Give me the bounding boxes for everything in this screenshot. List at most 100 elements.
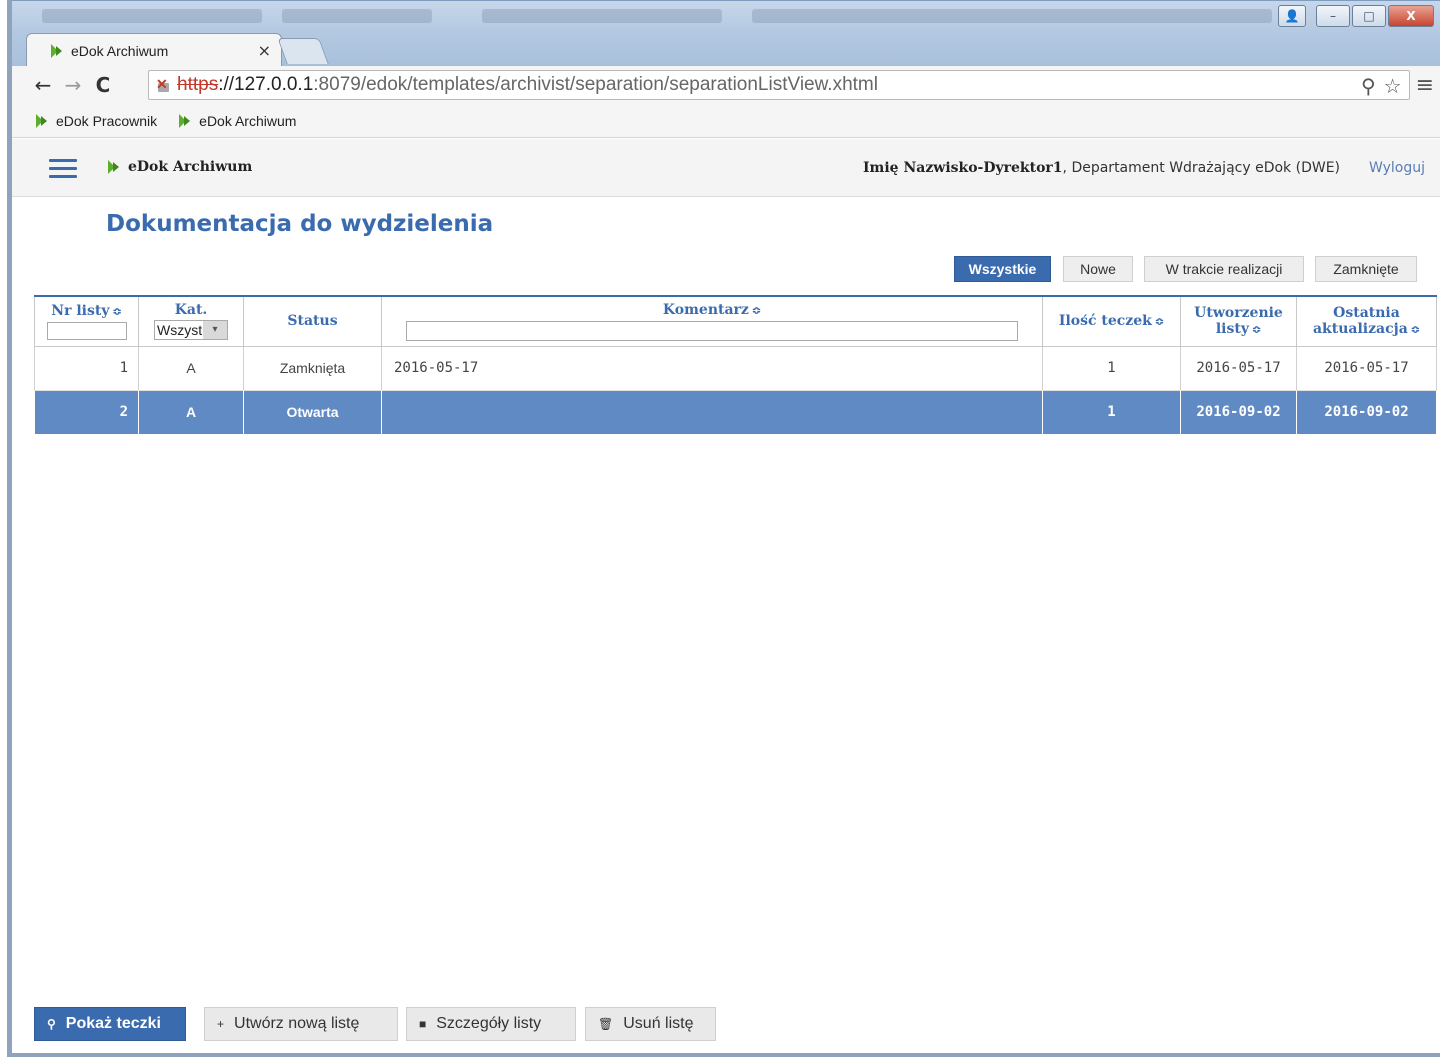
column-label: Komentarz: [662, 301, 749, 318]
plus-icon: +: [217, 1017, 225, 1031]
blurred-background: [482, 9, 722, 23]
user-profile-icon[interactable]: 👤: [1278, 5, 1306, 27]
bookmark-label: eDok Archiwum: [199, 112, 297, 129]
user-info: Imię Nazwisko-Dyrektor1, Departament Wdr…: [863, 160, 1340, 176]
column-label: Status: [287, 313, 338, 330]
maximize-button[interactable]: □: [1352, 5, 1386, 27]
button-label: Usuń listę: [623, 1015, 694, 1032]
logout-link[interactable]: Wyloguj: [1369, 160, 1425, 176]
bookmarks-bar: eDok Pracownik eDok Archiwum: [12, 104, 1440, 138]
cell-status: Otwarta: [243, 390, 382, 435]
browser-window: 👤 – □ X eDok Archiwum × ← → C https://12…: [0, 0, 1440, 1057]
cell-status: Zamknięta: [243, 346, 382, 391]
close-window-button[interactable]: X: [1388, 5, 1434, 27]
app-header: eDok Archiwum Imię Nazwisko-Dyrektor1, D…: [12, 139, 1440, 197]
app-title: eDok Archiwum: [128, 159, 253, 175]
bookmark-star-icon[interactable]: ☆: [1384, 74, 1402, 98]
column-label: Ilość teczek: [1058, 312, 1152, 329]
table-row[interactable]: 1 A Zamknięta 2016-05-17 1 2016-05-17 20…: [34, 346, 1437, 391]
cell-kat: A: [138, 390, 244, 435]
reload-icon[interactable]: C: [88, 73, 118, 97]
show-folders-button[interactable]: ⚲ Pokaż teczki: [34, 1007, 186, 1041]
column-label: Utworzenie: [1194, 304, 1283, 321]
forward-arrow-icon[interactable]: →: [58, 73, 88, 97]
bookmark-label: eDok Pracownik: [56, 112, 158, 129]
filter-new-button[interactable]: Nowe: [1063, 256, 1133, 282]
column-header-aktualizacja[interactable]: Ostatnia aktualizacja ≎: [1296, 295, 1437, 347]
toolbar-right: ⚲ ☆ ≡: [1361, 73, 1434, 98]
back-arrow-icon[interactable]: ←: [28, 73, 58, 97]
create-list-button[interactable]: + Utwórz nową listę: [204, 1007, 398, 1041]
insecure-lock-icon: [155, 76, 173, 94]
filter-all-button[interactable]: Wszystkie: [954, 256, 1051, 282]
cell-kat: A: [138, 346, 244, 391]
details-icon: ■: [419, 1017, 427, 1031]
edok-logo-icon: [51, 43, 63, 58]
user-name: Imię Nazwisko-Dyrektor1: [862, 160, 1063, 176]
window-controls: 👤 – □ X: [1278, 5, 1434, 27]
sort-icon[interactable]: ≎: [1155, 315, 1164, 328]
blurred-background: [282, 9, 432, 23]
url-scheme: https: [177, 74, 219, 95]
hamburger-menu-icon[interactable]: [49, 159, 77, 179]
column-header-ilosc[interactable]: Ilość teczek ≎: [1042, 295, 1181, 347]
button-label: Szczegóły listy: [436, 1015, 542, 1032]
column-header-utworzenie[interactable]: Utworzenie listy ≎: [1180, 295, 1297, 347]
cell-utworzenie: 2016-05-17: [1180, 346, 1297, 391]
app-logo[interactable]: eDok Archiwum: [108, 159, 252, 175]
user-department: , Departament Wdrażający eDok (DWE): [1062, 160, 1340, 176]
table-row-selected[interactable]: 2 A Otwarta 1 2016-09-02 2016-09-02: [34, 390, 1437, 435]
chevron-down-icon[interactable]: ▾: [203, 321, 227, 340]
trash-icon: 🗑: [598, 1017, 614, 1031]
tab-close-icon[interactable]: ×: [258, 41, 271, 60]
url-path: :8079/edok/templates/archivist/separatio…: [313, 74, 878, 95]
filter-closed-button[interactable]: Zamknięte: [1315, 256, 1417, 282]
blurred-background: [42, 9, 262, 23]
edok-logo-icon: [108, 160, 120, 174]
column-header-status: Status: [243, 295, 382, 347]
window-bottom-edge: [12, 1053, 1440, 1057]
sort-icon[interactable]: ≎: [112, 305, 121, 318]
list-details-button[interactable]: ■ Szczegóły listy: [406, 1007, 576, 1041]
column-label: Nr listy: [51, 302, 110, 319]
column-header-nr[interactable]: Nr listy ≎: [34, 295, 139, 347]
sort-icon[interactable]: ≎: [1252, 323, 1261, 336]
cell-aktualizacja: 2016-05-17: [1296, 346, 1437, 391]
kat-filter-select[interactable]: Wszystkie ▾: [154, 320, 228, 341]
zoom-icon[interactable]: ⚲: [1361, 74, 1376, 98]
cell-ilosc: 1: [1042, 390, 1181, 435]
table-header-row: Nr listy≎ Kat. Wszystkie ▾ Status: [34, 295, 1437, 347]
column-header-kat[interactable]: Kat. Wszystkie ▾: [138, 295, 244, 347]
column-label: listy: [1215, 320, 1249, 337]
button-label: Utwórz nową listę: [234, 1015, 360, 1032]
column-label: aktualizacja: [1312, 320, 1408, 337]
browser-menu-icon[interactable]: ≡: [1416, 73, 1434, 98]
new-tab-button[interactable]: [277, 38, 329, 64]
url-host: ://127.0.0.1: [218, 74, 314, 95]
cell-nr: 2: [34, 390, 139, 435]
sort-icon[interactable]: ≎: [752, 304, 761, 317]
minimize-button[interactable]: –: [1316, 5, 1350, 27]
kat-filter-value: Wszystkie: [157, 322, 203, 339]
edok-logo-icon: [36, 113, 48, 128]
button-label: Pokaż teczki: [65, 1015, 161, 1032]
sort-icon[interactable]: ≎: [1411, 323, 1420, 336]
column-header-komentarz[interactable]: Komentarz ≎: [381, 295, 1043, 347]
cell-utworzenie: 2016-09-02: [1180, 390, 1297, 435]
tab-title: eDok Archiwum: [71, 42, 169, 59]
browser-toolbar: ← → C https://127.0.0.1:8079/edok/templa…: [12, 66, 1440, 104]
separation-list-table: Nr listy≎ Kat. Wszystkie ▾ Status: [34, 295, 1437, 435]
bookmark-edok-archiwum[interactable]: eDok Archiwum: [179, 113, 296, 129]
cell-aktualizacja: 2016-09-02: [1296, 390, 1437, 435]
filter-in-progress-button[interactable]: W trakcie realizacji: [1144, 256, 1304, 282]
address-bar[interactable]: https://127.0.0.1:8079/edok/templates/ar…: [148, 70, 1410, 100]
edok-logo-icon: [179, 113, 191, 128]
komentarz-filter-input[interactable]: [406, 320, 1018, 341]
browser-tab[interactable]: eDok Archiwum ×: [26, 33, 282, 67]
blurred-background: [752, 9, 1272, 23]
delete-list-button[interactable]: 🗑 Usuń listę: [585, 1007, 716, 1041]
page-title: Dokumentacja do wydzielenia: [106, 211, 494, 237]
nr-filter-input[interactable]: [46, 321, 127, 340]
bookmark-edok-pracownik[interactable]: eDok Pracownik: [36, 113, 157, 129]
cell-komentarz: [381, 390, 1043, 435]
